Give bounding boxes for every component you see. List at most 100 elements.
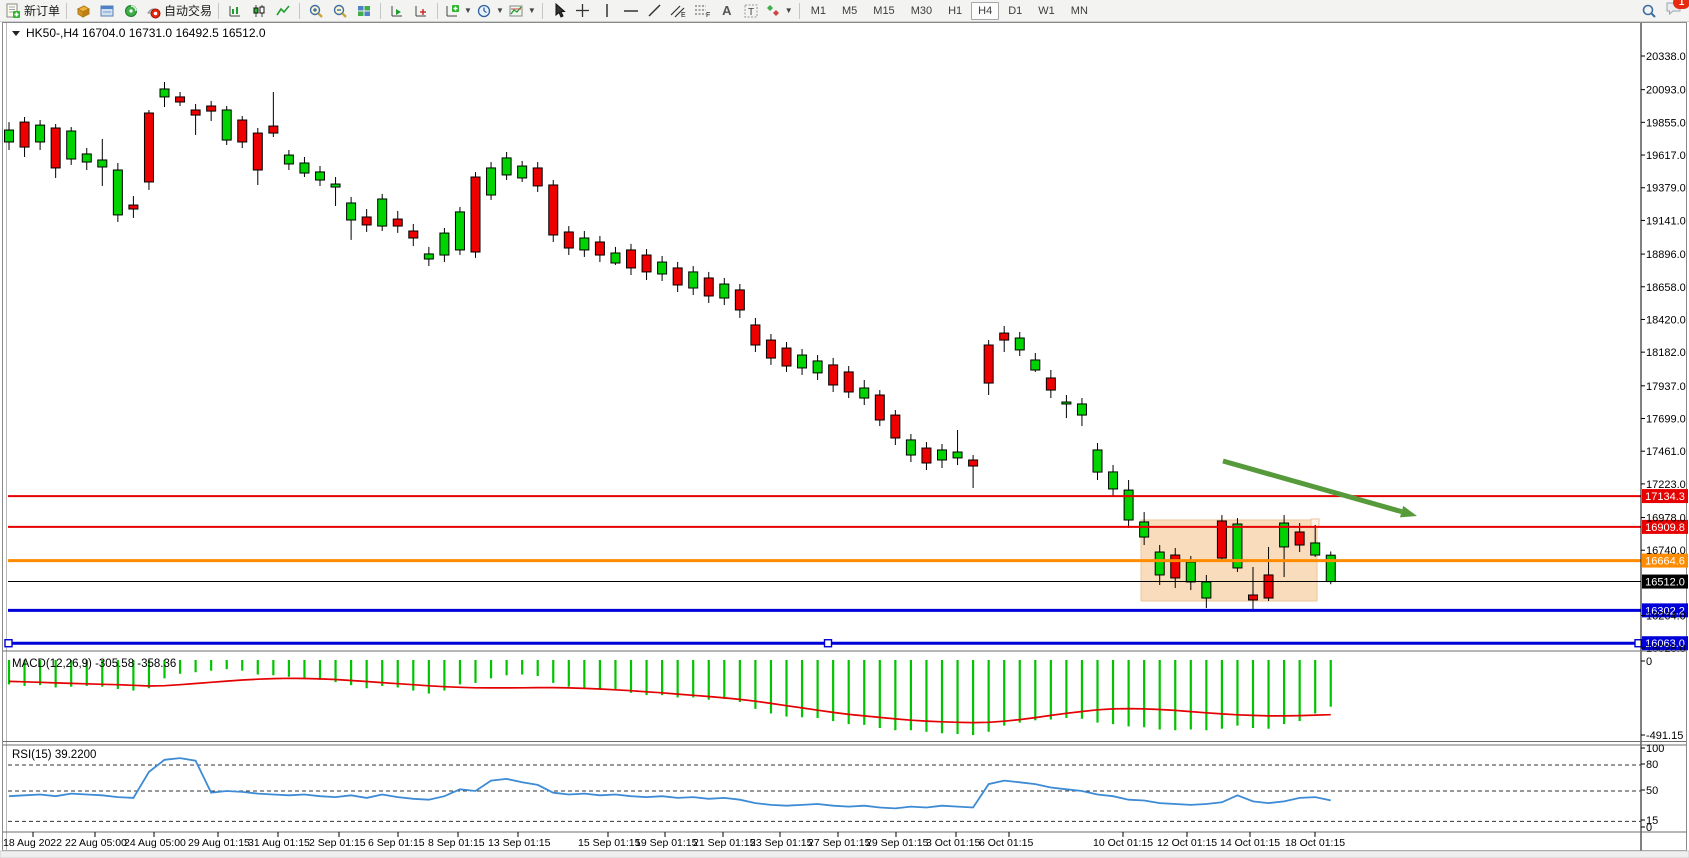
candle-bear xyxy=(1171,555,1180,578)
macd-axis-label: -491.15 xyxy=(1646,730,1683,742)
candle-bear xyxy=(144,113,153,182)
templates-button[interactable]: ▼ xyxy=(506,1,538,20)
auto-trading-button[interactable]: 自动交易 xyxy=(143,1,214,20)
macd-label: MACD(12,26,9) -305.58 -358.36 xyxy=(12,658,176,670)
time-axis-label: 29 Aug 01:15 xyxy=(188,837,250,849)
time-axis-label: 29 Sep 01:15 xyxy=(866,837,929,849)
timeframe-M5[interactable]: M5 xyxy=(835,2,864,20)
timeframe-D1[interactable]: D1 xyxy=(1001,2,1029,20)
new-order-button[interactable]: 新订单 xyxy=(3,1,62,20)
timeframe-H1[interactable]: H1 xyxy=(941,2,969,20)
chart-canvas[interactable]: 17134.316909.816664.616512.016302.216063… xyxy=(0,22,1689,858)
text-tool-button[interactable]: A xyxy=(715,1,739,20)
candle-bull xyxy=(1140,522,1149,537)
time-axis-label: 19 Sep 01:15 xyxy=(635,837,698,849)
candle-bear xyxy=(533,168,542,186)
market-watch-button[interactable] xyxy=(71,1,95,20)
new-order-label: 新订单 xyxy=(24,2,60,19)
candle-bull xyxy=(689,272,698,288)
hline-price-label: 16512.0 xyxy=(1645,577,1685,589)
indicators-button[interactable]: ▼ xyxy=(442,1,474,20)
price-axis-tick-label: 20093.0 xyxy=(1646,85,1686,97)
candlestick-chart-icon xyxy=(251,3,267,19)
candle-bull xyxy=(440,233,449,255)
crosshair-tool-button[interactable] xyxy=(571,1,595,20)
candle-bull xyxy=(580,238,589,250)
time-axis-label: 8 Sep 01:15 xyxy=(428,837,485,849)
channel-tool-button[interactable]: E xyxy=(667,1,691,20)
time-axis-label: 15 Sep 01:15 xyxy=(578,837,641,849)
time-axis-label: 6 Sep 01:15 xyxy=(368,837,425,849)
price-axis-tick-label: 16264.0 xyxy=(1646,611,1686,623)
price-axis-tick-label: 18658.0 xyxy=(1646,282,1686,294)
candle-bear xyxy=(1249,595,1258,600)
auto-scroll-button[interactable] xyxy=(385,1,409,20)
templates-icon xyxy=(508,3,524,19)
hline-price-label: 16664.6 xyxy=(1645,556,1685,568)
zoom-out-button[interactable] xyxy=(328,1,352,20)
chart-window[interactable]: 17134.316909.816664.616512.016302.216063… xyxy=(0,22,1689,858)
timeframe-M15[interactable]: M15 xyxy=(866,2,901,20)
candle-bear xyxy=(969,460,978,466)
cursor-tool-button[interactable] xyxy=(547,1,571,20)
horizontal-line-icon xyxy=(623,4,639,18)
time-axis-label: 18 Oct 01:15 xyxy=(1285,837,1345,849)
dropdown-caret-icon: ▼ xyxy=(528,6,536,15)
candle-bear xyxy=(642,255,651,272)
candle-bull xyxy=(82,154,91,162)
hline-selection-handle[interactable] xyxy=(5,640,12,647)
horizontal-line-tool-button[interactable] xyxy=(619,1,643,20)
candle-bear xyxy=(176,97,185,102)
candle-bear xyxy=(20,122,29,147)
candle-bull xyxy=(487,168,496,195)
bar-chart-button[interactable] xyxy=(223,1,247,20)
candle-bear xyxy=(238,120,247,142)
market-watch-icon xyxy=(75,3,91,19)
candle-bull xyxy=(798,355,807,368)
line-chart-button[interactable] xyxy=(271,1,295,20)
data-window-button[interactable] xyxy=(95,1,119,20)
timeframe-MN[interactable]: MN xyxy=(1064,2,1095,20)
candle-bull xyxy=(424,254,433,259)
time-axis-label: 12 Oct 01:15 xyxy=(1157,837,1217,849)
fibonacci-tool-button[interactable]: F xyxy=(691,1,715,20)
tile-windows-button[interactable] xyxy=(352,1,376,20)
candle-bear xyxy=(595,242,604,255)
timeframe-W1[interactable]: W1 xyxy=(1031,2,1062,20)
chart-title: HK50-,H4 16704.0 16731.0 16492.5 16512.0 xyxy=(26,26,266,40)
data-window-icon xyxy=(99,3,115,19)
price-axis-tick-label: 19617.0 xyxy=(1646,150,1686,162)
time-axis-label: 27 Sep 01:15 xyxy=(808,837,871,849)
periods-button[interactable]: ▼ xyxy=(474,1,506,20)
candle-bear xyxy=(751,325,760,345)
candle-bull xyxy=(347,203,356,220)
timeframe-M1[interactable]: M1 xyxy=(804,2,833,20)
price-axis-tick-label: 20338.0 xyxy=(1646,51,1686,63)
candle-bull xyxy=(1077,404,1086,415)
price-axis-tick-label: 19855.0 xyxy=(1646,117,1686,129)
chart-shift-button[interactable] xyxy=(409,1,433,20)
search-icon[interactable] xyxy=(1641,3,1657,19)
zoom-in-button[interactable] xyxy=(304,1,328,20)
candle-bull xyxy=(953,452,962,458)
rsi-axis-label: 0 xyxy=(1646,822,1652,834)
text-label-tool-button[interactable]: T xyxy=(739,1,763,20)
candle-bear xyxy=(362,217,371,225)
vertical-line-tool-button[interactable] xyxy=(595,1,619,20)
bottom-scroll-strip[interactable] xyxy=(0,851,1689,858)
hline-selection-handle[interactable] xyxy=(825,640,832,647)
toolbar-separator xyxy=(799,3,800,19)
navigator-button[interactable] xyxy=(119,1,143,20)
timeframe-M30[interactable]: M30 xyxy=(904,2,939,20)
notifications-button[interactable]: 1 xyxy=(1665,0,1683,21)
candle-bear xyxy=(782,348,791,366)
time-axis-label: 13 Sep 01:15 xyxy=(488,837,551,849)
candlestick-chart-button[interactable] xyxy=(247,1,271,20)
svg-text:F: F xyxy=(706,12,710,18)
dropdown-caret-icon: ▼ xyxy=(496,6,504,15)
trendline-tool-button[interactable] xyxy=(643,1,667,20)
candle-bear xyxy=(1000,333,1009,340)
timeframe-H4[interactable]: H4 xyxy=(971,2,999,20)
chart-shift-icon xyxy=(413,3,429,19)
arrows-tool-button[interactable]: ▼ xyxy=(763,1,795,20)
